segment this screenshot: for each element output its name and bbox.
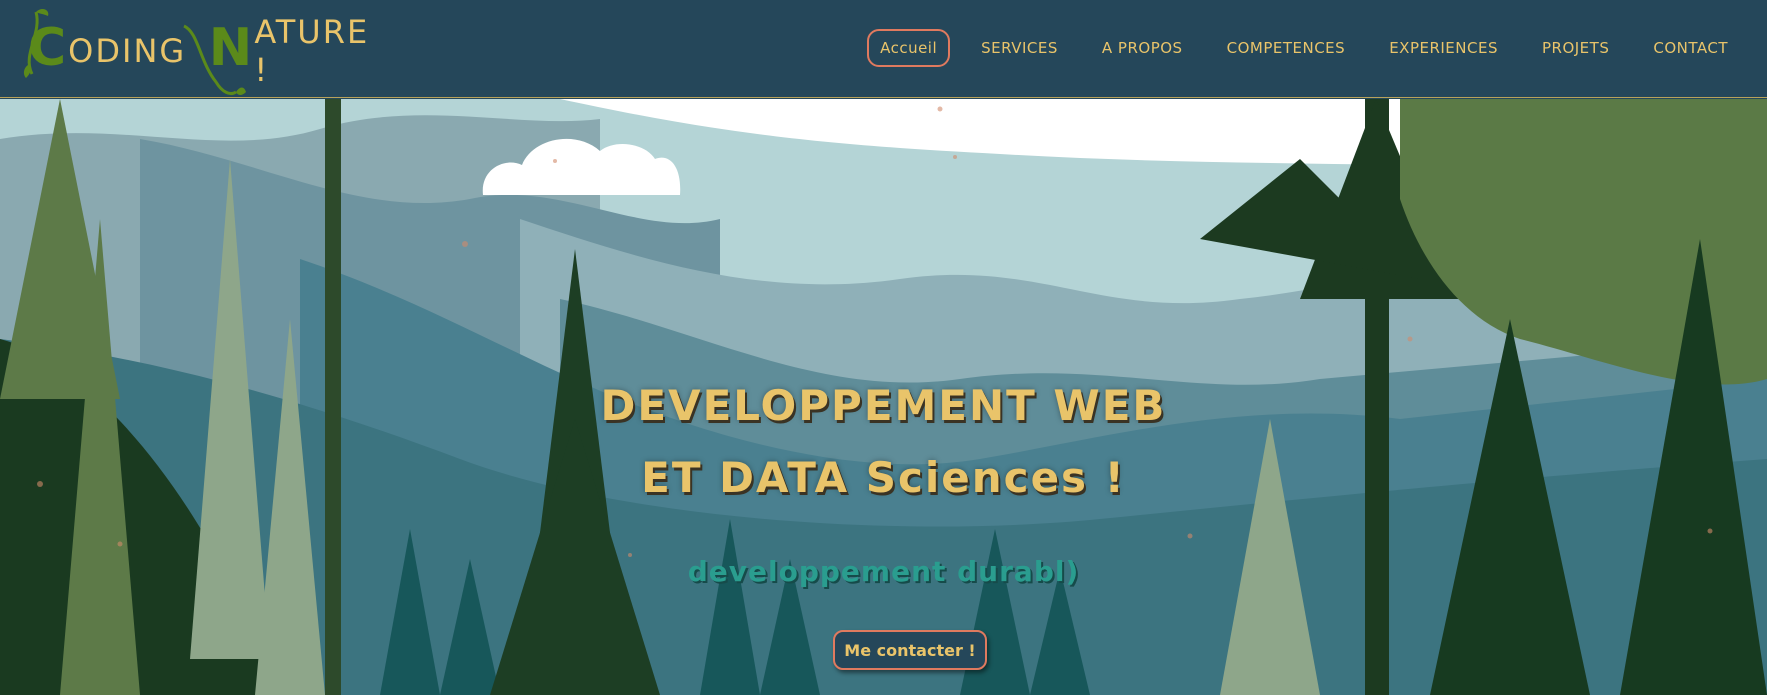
nav-item-projets[interactable]: PROJETS	[1529, 29, 1622, 67]
hero-title-line-2: ET DATA Sciences !	[641, 453, 1126, 502]
nav-item-experiences[interactable]: EXPERIENCES	[1376, 29, 1511, 67]
nav-item-accueil[interactable]: Accueil	[867, 29, 951, 67]
hero-subtitle: developpement durabl)	[687, 555, 1080, 588]
nav-item-services[interactable]: SERVICES	[968, 29, 1071, 67]
logo-initial-c: C	[28, 18, 69, 78]
nav-item-contact[interactable]: CONTACT	[1640, 29, 1741, 67]
site-logo[interactable]: C ODING N ATURE !	[23, 8, 388, 96]
logo-initial-n: N	[208, 18, 255, 78]
nav-item-competences[interactable]: COMPETENCES	[1214, 29, 1359, 67]
logo-word-coding: ODING	[68, 32, 187, 70]
logo-word-nature: ATURE !	[254, 13, 370, 89]
main-nav: Accueil SERVICES A PROPOS COMPETENCES EX…	[849, 28, 1741, 68]
hero-section: DEVELOPPEMENT WEB ET DATA Sciences ! dev…	[0, 99, 1767, 695]
hero-title-line-1: DEVELOPPEMENT WEB	[600, 381, 1167, 430]
contact-button[interactable]: Me contacter !	[833, 630, 987, 670]
nav-item-a-propos[interactable]: A PROPOS	[1089, 29, 1196, 67]
navbar: C ODING N ATURE ! Accueil SERVICES A PRO…	[0, 0, 1767, 98]
